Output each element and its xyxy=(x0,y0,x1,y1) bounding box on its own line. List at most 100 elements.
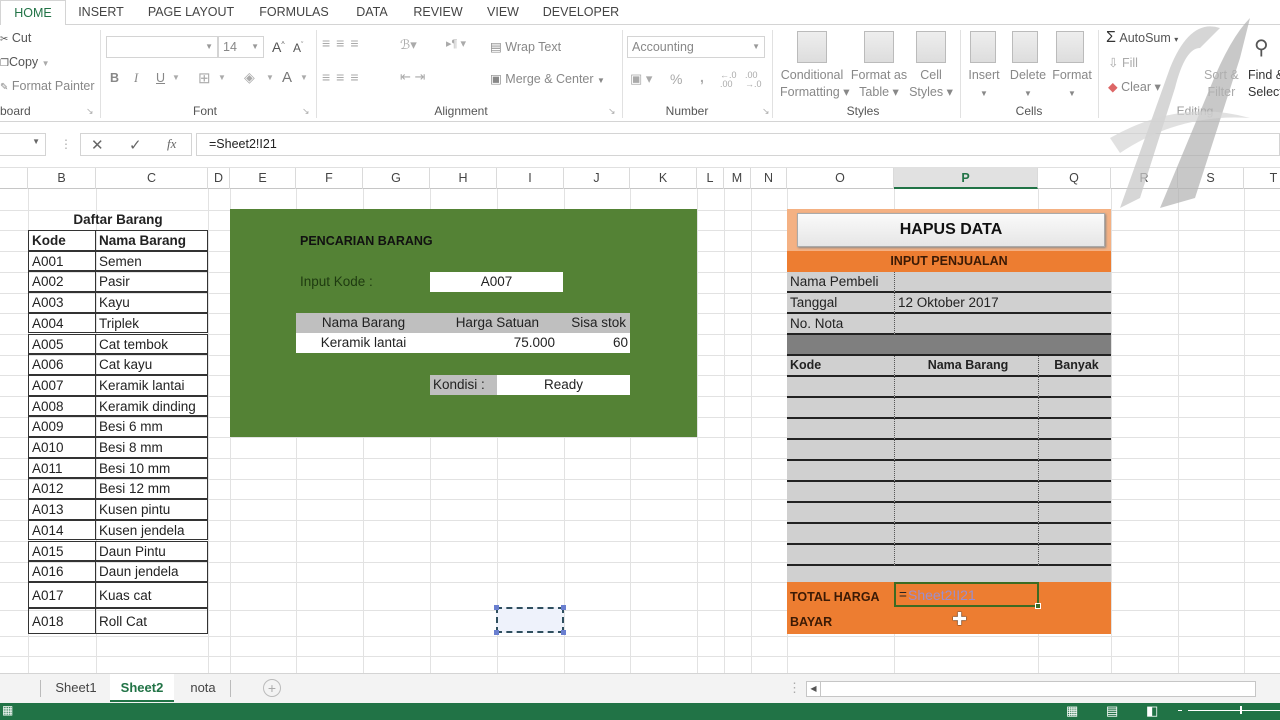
normal-view-icon[interactable]: ▦ xyxy=(1066,703,1078,719)
insert-function-icon[interactable]: fx xyxy=(167,136,176,152)
input-kode-field[interactable]: A007 xyxy=(430,272,563,292)
tab-data[interactable]: DATA xyxy=(346,0,398,25)
number-format-combo[interactable]: Accounting ▼ xyxy=(627,36,765,58)
fill-dropdown-icon[interactable]: ▼ xyxy=(266,73,274,82)
column-header[interactable]: K xyxy=(630,168,697,189)
sort-filter-button[interactable]: Sort & Filter xyxy=(1204,67,1239,101)
item-table-cell[interactable] xyxy=(894,377,1038,398)
column-header[interactable]: R xyxy=(1111,168,1178,189)
item-table-cell[interactable] xyxy=(894,482,1038,503)
fill-handle[interactable] xyxy=(1035,603,1041,609)
horizontal-scrollbar[interactable]: ◀ xyxy=(806,681,1256,697)
orientation-icon[interactable]: ℬ▾ xyxy=(400,37,417,53)
increase-font-icon[interactable]: A^ xyxy=(272,39,285,55)
column-header[interactable]: H xyxy=(430,168,497,189)
dialog-launcher-icon[interactable]: ↘ xyxy=(86,106,94,117)
dialog-launcher-icon[interactable]: ↘ xyxy=(608,106,616,117)
item-table-cell[interactable] xyxy=(1038,377,1111,398)
find-select-button[interactable]: Find &Select xyxy=(1248,67,1280,101)
font-color-dropdown-icon[interactable]: ▼ xyxy=(300,73,308,82)
horizontal-align-icons[interactable]: ≡≡≡ xyxy=(322,69,365,85)
item-table-cell[interactable] xyxy=(787,503,894,524)
item-table-cell[interactable] xyxy=(894,524,1038,545)
page-break-view-icon[interactable]: ◧ xyxy=(1146,703,1158,719)
sheet-tab-sheet1[interactable]: Sheet1 xyxy=(44,674,108,702)
fill-color-icon[interactable]: ◈ xyxy=(244,69,255,86)
item-table-cell[interactable] xyxy=(894,461,1038,482)
tab-home[interactable]: HOME xyxy=(0,0,66,26)
format-painter-button[interactable]: ✎ Format Painter xyxy=(0,79,95,93)
item-table-cell[interactable] xyxy=(894,419,1038,440)
underline-button[interactable]: U xyxy=(156,71,165,85)
item-table-cell[interactable] xyxy=(787,545,894,566)
item-table-cell[interactable] xyxy=(787,440,894,461)
form-value[interactable] xyxy=(894,272,1111,293)
item-table-cell[interactable] xyxy=(894,545,1038,566)
total-harga-cell[interactable]: = Sheet2!I21 xyxy=(894,582,1041,609)
dialog-launcher-icon[interactable]: ↘ xyxy=(762,106,770,117)
column-header[interactable]: Q xyxy=(1038,168,1111,189)
fill-button[interactable]: ⇩ Fill xyxy=(1108,55,1138,70)
tab-view[interactable]: VIEW xyxy=(478,0,528,25)
item-table-cell[interactable] xyxy=(787,419,894,440)
worksheet-grid[interactable]: Daftar Barang Kode Nama Barang A001 Semen A0… xyxy=(0,189,1280,673)
item-table-cell[interactable] xyxy=(1038,482,1111,503)
column-header[interactable]: J xyxy=(564,168,630,189)
item-table-cell[interactable] xyxy=(894,503,1038,524)
drag-handle-icon[interactable]: ⋮ xyxy=(60,137,72,151)
column-header[interactable]: S xyxy=(1178,168,1244,189)
wrap-text-button[interactable]: ▤ Wrap Text xyxy=(490,39,561,54)
bold-button[interactable]: B xyxy=(110,71,119,85)
form-value[interactable]: 12 Oktober 2017 xyxy=(894,293,1111,314)
column-header[interactable]: B xyxy=(28,168,96,189)
cell-styles-button[interactable]: Cell Styles ▾ xyxy=(908,67,954,101)
column-header[interactable]: O xyxy=(787,168,894,189)
zoom-slider[interactable] xyxy=(1188,710,1280,711)
column-header-selected[interactable]: P xyxy=(894,168,1038,189)
tab-page-layout[interactable]: PAGE LAYOUT xyxy=(140,0,242,25)
sheet-tab-sheet2[interactable]: Sheet2 xyxy=(110,674,174,702)
percent-button[interactable]: % xyxy=(670,71,682,87)
column-header[interactable]: F xyxy=(296,168,363,189)
column-header[interactable]: N xyxy=(751,168,787,189)
item-table-cell[interactable] xyxy=(1038,461,1111,482)
column-header[interactable]: G xyxy=(363,168,430,189)
tab-insert[interactable]: INSERT xyxy=(70,0,132,25)
font-size-combo[interactable]: 14 ▼ xyxy=(218,36,264,58)
item-table-cell[interactable] xyxy=(1038,419,1111,440)
scroll-left-icon[interactable]: ◀ xyxy=(807,682,821,696)
item-table-cell[interactable] xyxy=(1038,440,1111,461)
add-sheet-icon[interactable]: + xyxy=(263,679,281,697)
enter-check-icon[interactable]: ✓ xyxy=(129,136,142,154)
column-header[interactable]: T xyxy=(1244,168,1280,189)
item-table-cell[interactable] xyxy=(894,440,1038,461)
copy-marquee-cell[interactable] xyxy=(494,605,566,635)
column-header-a[interactable] xyxy=(0,168,28,189)
autosum-button[interactable]: Σ AutoSum ▾ xyxy=(1106,29,1178,47)
font-color-icon[interactable]: A xyxy=(282,69,292,86)
text-direction-icon[interactable]: ▸¶ ▾ xyxy=(446,37,466,50)
column-header[interactable]: L xyxy=(697,168,724,189)
insert-button[interactable]: Insert ▼ xyxy=(964,67,1004,102)
item-table-cell[interactable] xyxy=(1038,503,1111,524)
column-header[interactable]: M xyxy=(724,168,751,189)
column-header[interactable]: D xyxy=(208,168,230,189)
splitter-handle-icon[interactable]: ⋮ xyxy=(788,680,801,696)
hapus-data-button[interactable]: HAPUS DATA xyxy=(797,213,1105,247)
clear-button[interactable]: ◆ Clear ▾ xyxy=(1108,79,1161,94)
format-as-table-button[interactable]: Format as Table ▾ xyxy=(848,67,910,101)
zoom-slider-thumb[interactable] xyxy=(1240,706,1242,714)
copy-button[interactable]: ❐Copy ▼ xyxy=(0,55,50,69)
decrease-font-icon[interactable]: Aˇ xyxy=(293,41,303,55)
italic-button[interactable]: I xyxy=(134,71,138,86)
item-table-cell[interactable] xyxy=(787,482,894,503)
vertical-align-icons[interactable]: ≡≡≡ xyxy=(322,35,365,51)
macro-record-icon[interactable]: ▦ xyxy=(2,703,13,717)
accounting-format-icon[interactable]: ▣ ▾ xyxy=(630,71,652,87)
item-table-cell[interactable] xyxy=(1038,398,1111,419)
tab-review[interactable]: REVIEW xyxy=(408,0,468,25)
column-header[interactable]: E xyxy=(230,168,296,189)
cut-button[interactable]: ✂ Cut xyxy=(0,31,31,45)
borders-dropdown-icon[interactable]: ▼ xyxy=(218,73,226,82)
tab-developer[interactable]: DEVELOPER xyxy=(538,0,624,25)
